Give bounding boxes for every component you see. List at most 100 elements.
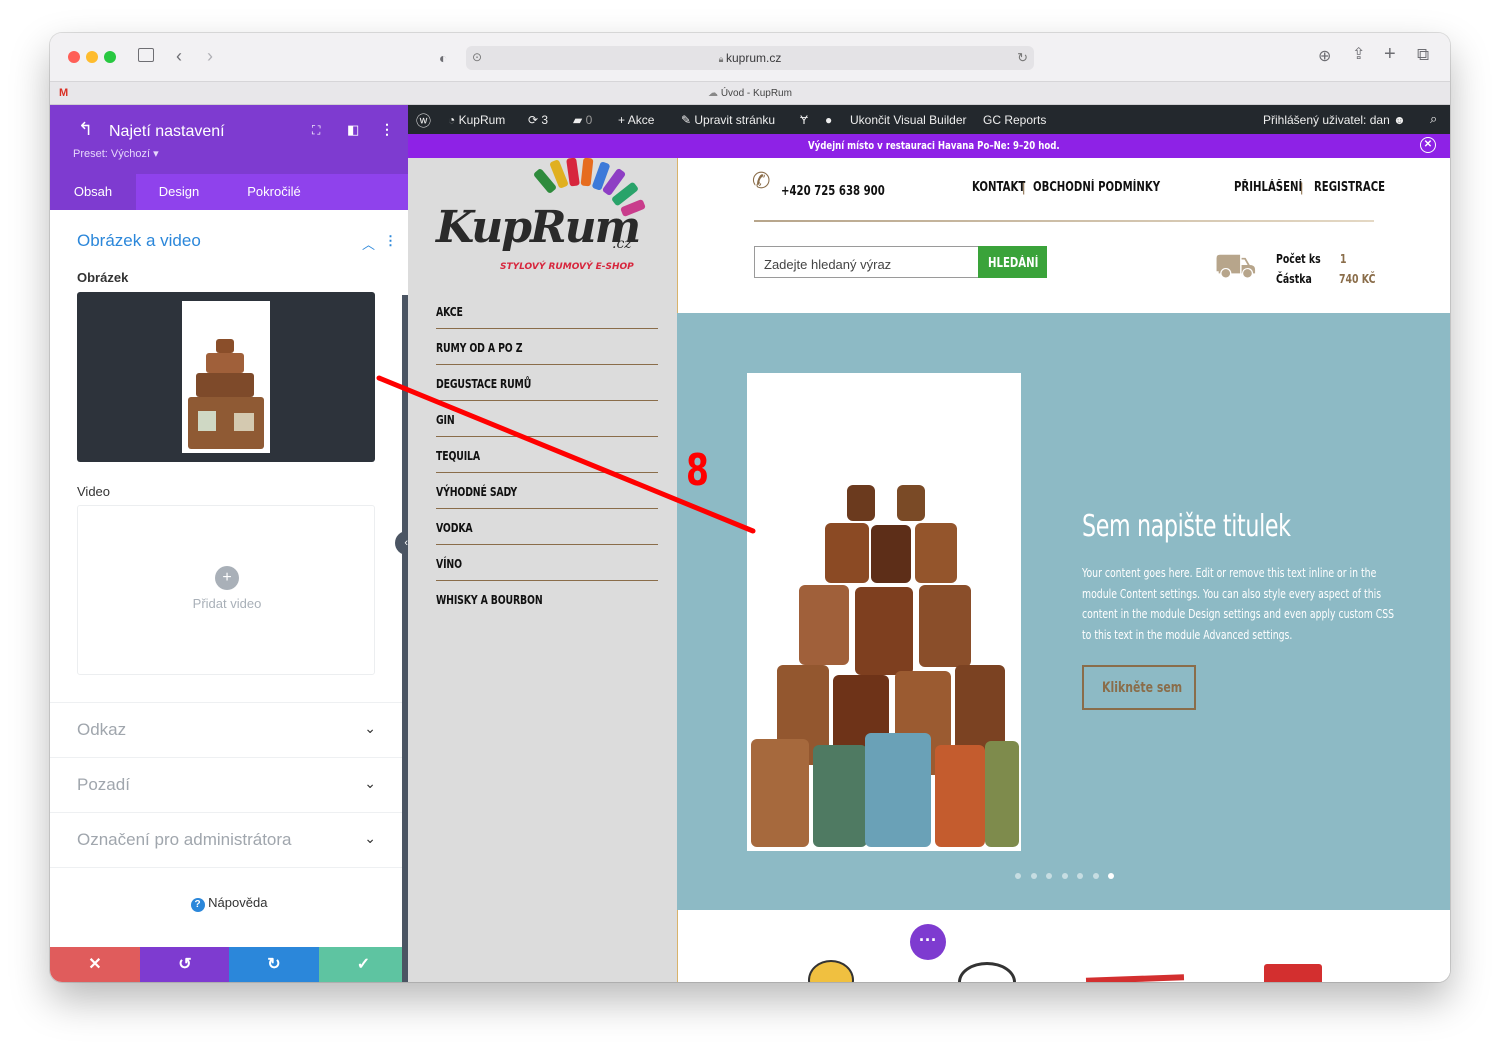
slider-dot[interactable] [1015,873,1021,879]
download-icon[interactable]: ⊕ [1318,48,1331,66]
add-video-label[interactable]: Přidat video [78,596,376,611]
updates-link[interactable]: ⟳ 3 [528,113,548,127]
browser-toolbar: ‹ › ◐ ⊙ 🔒︎ kuprum.cz ↻ ⊕ ⇪ + ⧉ [50,33,1450,81]
back-icon[interactable]: ‹ [176,47,182,65]
section-background[interactable]: Pozadí ⌄ [50,757,408,812]
website-preview: ⓦ ◔ KupRum ⟳ 3 ▰ 0 + Akce ✎ Upravit strá… [408,105,1450,982]
reload-icon[interactable]: ↻ [1017,50,1028,66]
help-icon: ? [190,898,205,912]
phone-icon: ✆ [752,168,771,193]
site-name-link[interactable]: ◔ KupRum [448,113,505,127]
menu-item-akce[interactable]: AKCE [436,293,658,329]
more-options-icon[interactable]: ⋮ [380,121,394,138]
login-link[interactable]: PŘIHLÁŠENÍ [1234,180,1302,195]
fullscreen-icon[interactable]: ⛶ [312,123,320,138]
gc-reports-link[interactable]: GC Reports [983,113,1046,127]
preset-selector[interactable]: Preset: Výchozí ▾ [73,147,159,160]
slider-dot[interactable] [1046,873,1052,879]
tab-title[interactable]: Úvod - KupRum [721,88,792,99]
url-text: kuprum.cz [725,51,782,65]
tab-favicon-icon: ☁ [708,88,721,99]
image-thumbnail [182,301,270,453]
hero-body[interactable]: Your content goes here. Edit or remove t… [1082,563,1397,645]
section-options-button[interactable]: ··· [910,924,946,960]
search-icon[interactable]: ⌕ [1430,111,1437,127]
phone-number[interactable]: +420 725 638 900 [781,184,885,199]
comment-icon: ▰ [573,113,586,127]
slider-dot[interactable] [1093,873,1099,879]
slider-dot[interactable] [1062,873,1068,879]
yoast-icon[interactable]: Ɏ [800,113,808,127]
menu-item-tequila[interactable]: TEQUILA [436,437,658,473]
hero-title[interactable]: Sem napište titulek [1082,509,1291,544]
slider-dot[interactable] [1077,873,1083,879]
tab-design[interactable]: Design [136,174,222,210]
comments-link[interactable]: ▰ 0 [573,113,592,127]
exit-builder-link[interactable]: Ukončit Visual Builder [850,113,967,127]
close-icon[interactable]: ✕ [1420,137,1436,153]
hero-cta-button[interactable]: Klikněte sem [1082,665,1196,710]
save-button[interactable]: ✓ [319,947,408,982]
menu-item-whisky[interactable]: WHISKY A BOURBON [436,581,658,617]
undo-button[interactable]: ↺ [140,947,230,982]
section-admin-label[interactable]: Označení pro administrátora ⌄ [50,812,408,867]
terms-link[interactable]: OBCHODNÍ PODMÍNKY [1033,180,1160,195]
menu-item-vino[interactable]: VÍNO [436,545,658,581]
minimize-window-button[interactable] [86,51,98,63]
menu-item-rumy[interactable]: RUMY OD A PO Z [436,329,658,365]
image-preview[interactable] [77,292,375,462]
zoom-window-button[interactable] [104,51,116,63]
menu-item-sady[interactable]: VÝHODNÉ SADY [436,473,658,509]
redo-button[interactable]: ↻ [229,947,319,982]
register-link[interactable]: REGISTRACE [1314,180,1385,195]
sombrero-icon [808,960,854,982]
cancel-button[interactable]: ✕ [50,947,140,982]
search-button[interactable]: HLEDÁNÍ [978,246,1047,278]
split-view-icon[interactable]: ◧ [347,122,359,138]
contact-link[interactable]: KONTAKT [972,180,1025,195]
slider-dot[interactable] [1031,873,1037,879]
menu-item-vodka[interactable]: VODKA [436,509,658,545]
site-header: ✆ +420 725 638 900 KONTAKT | OBCHODNÍ PO… [678,158,1450,313]
address-bar[interactable]: ⊙ 🔒︎ kuprum.cz ↻ [466,46,1034,70]
wp-admin-bar: ⓦ ◔ KupRum ⟳ 3 ▰ 0 + Akce ✎ Upravit strá… [408,105,1450,134]
cart-count-label: Počet ks [1276,252,1321,266]
search-input[interactable]: Zadejte hledaný výraz [754,246,979,278]
browser-window: ‹ › ◐ ⊙ 🔒︎ kuprum.cz ↻ ⊕ ⇪ + ⧉ M ☁ Úvod … [50,33,1450,982]
share-icon[interactable]: ⇪ [1352,46,1365,64]
tab-overview-icon[interactable]: ⧉ [1417,46,1429,64]
shield-icon[interactable]: ◐ [439,49,447,67]
edit-page-link[interactable]: ✎ Upravit stránku [681,113,775,127]
site-logo[interactable]: KupRum .cz STYLOVÝ RUMOVÝ E-SHOP [428,157,658,278]
cart-icon[interactable]: ⛟ [1214,246,1257,286]
chevron-up-icon[interactable]: ︿ [362,234,375,253]
user-menu[interactable]: Přihlášený uživatel: dan ☻ [1263,113,1406,127]
section-title[interactable]: Obrázek a video [77,231,201,251]
new-content-link[interactable]: + Akce [618,113,654,127]
slider-dot-active[interactable] [1108,873,1114,879]
menu-item-gin[interactable]: GIN [436,401,658,437]
tab-advanced[interactable]: Pokročilé [222,174,326,210]
section-link[interactable]: Odkaz ⌄ [50,702,408,757]
section-options-icon[interactable]: ⋮ [384,233,397,249]
forward-icon[interactable]: › [207,47,213,65]
updates-icon: ⟳ [528,113,542,127]
wordpress-icon[interactable]: ⓦ [416,110,431,131]
help-link[interactable]: ? Nápověda [50,895,408,912]
add-video-icon[interactable]: + [215,566,239,590]
new-tab-icon[interactable]: + [1384,44,1396,64]
menu-item-degustace[interactable]: DEGUSTACE RUMŮ [436,365,658,401]
logo-tagline: STYLOVÝ RUMOVÝ E-SHOP [500,262,634,272]
divi-settings-panel: ↰ Najetí nastavení Preset: Výchozí ▾ ⛶ ◧… [50,105,408,982]
header-rule [754,220,1374,222]
annotation-number: 8 [686,445,709,496]
back-arrow-icon[interactable]: ↰ [78,119,93,140]
tab-content[interactable]: Obsah [50,174,136,210]
video-dropzone[interactable]: + Přidat video [77,505,375,675]
close-window-button[interactable] [68,51,80,63]
hero-image[interactable] [747,373,1021,851]
link-separator: | [1022,180,1026,195]
status-dot-icon: ● [825,113,833,127]
sidebar-toggle-icon[interactable] [138,48,154,62]
tab-bar: M ☁ Úvod - KupRum [50,81,1450,105]
